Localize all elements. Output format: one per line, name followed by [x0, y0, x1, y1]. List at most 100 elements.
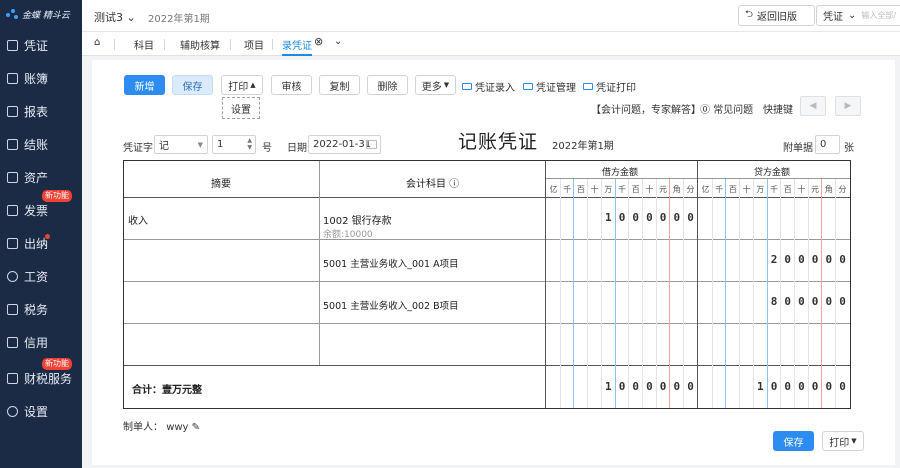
nav-ledger[interactable]: 账簿 — [0, 63, 82, 93]
total-divider — [124, 365, 850, 366]
row-divider — [124, 239, 850, 240]
tabs-more-icon[interactable]: ⌄ — [334, 36, 342, 47]
print-label: 打印 — [829, 437, 850, 449]
nav-invoice[interactable]: 发票 新功能 — [0, 190, 82, 225]
notification-dot — [45, 234, 50, 239]
camera-icon — [583, 83, 593, 90]
gear-icon — [7, 405, 18, 417]
faq-label: 常见问题 — [713, 105, 754, 116]
voucher-word-select[interactable]: 记 ▼ — [154, 135, 208, 154]
old-version-label: 返回旧版 — [757, 12, 798, 23]
col-divider — [319, 161, 320, 365]
amount-digit: 0 — [825, 253, 833, 266]
amount-digit: 1 — [604, 380, 612, 393]
prev-icon: ◀ — [809, 101, 817, 111]
print-dropdown[interactable]: 打印 ▲ — [221, 75, 263, 95]
header-summary: 摘要 — [211, 179, 231, 190]
amount-digit: 0 — [811, 295, 819, 308]
tab-aux-accounting[interactable]: 辅助核算 — [180, 37, 220, 52]
nav-credit[interactable]: 信用 — [0, 327, 82, 357]
voucher-period: 2022年第1期 — [552, 141, 614, 152]
prev-voucher-button[interactable]: ◀ — [800, 96, 826, 116]
link-label: 凭证录入 — [475, 83, 515, 94]
copy-button[interactable]: 复制 — [319, 75, 360, 95]
shortcut-link[interactable]: 快捷键 — [763, 101, 793, 116]
account-selector[interactable]: 测试3 ⌄ — [94, 9, 136, 25]
unit-label: 万 — [756, 185, 765, 194]
footer-save-button[interactable]: 保存 — [773, 431, 814, 451]
cashier-icon — [7, 237, 18, 249]
total-label: 合计：壹万元整 — [132, 385, 202, 396]
nav-voucher[interactable]: 凭证 — [0, 30, 82, 60]
voucher-print-link[interactable]: 凭证打印 — [583, 79, 636, 94]
digit-col-line — [559, 179, 561, 408]
amount-digit: 0 — [839, 295, 846, 308]
digit-col-line — [793, 179, 795, 408]
next-voucher-button[interactable]: ▶ — [835, 96, 861, 116]
expert-answer-link[interactable]: 【会计问题，专家解答】 — [591, 101, 701, 116]
amount-digit: 0 — [646, 380, 653, 393]
digit-col-line — [766, 179, 768, 408]
caret-down-icon: ▼ — [443, 81, 450, 89]
unit-label: 角 — [824, 185, 833, 194]
nav-cashier[interactable]: 出纳 — [0, 228, 82, 258]
stepper-arrows-icon[interactable]: ▲ ▼ — [247, 137, 252, 151]
nav-close[interactable]: 结账 — [0, 129, 82, 159]
voucher-word-value: 记 — [159, 141, 169, 152]
date-label: 日期 — [287, 143, 307, 154]
nav-label: 账簿 — [24, 71, 49, 86]
footer-print-dropdown[interactable]: 打印 ▼ — [822, 431, 864, 451]
audit-button[interactable]: 审核 — [271, 75, 312, 95]
account-name: 测试3 — [94, 11, 123, 24]
unit-label: 元 — [659, 185, 668, 194]
nav-report[interactable]: 报表 — [0, 96, 82, 126]
row-account[interactable]: 1002 银行存款 — [323, 212, 392, 227]
amount-digit: 0 — [839, 253, 846, 266]
attachment-count-input[interactable]: 0 — [815, 135, 840, 154]
tab-accounts[interactable]: 科目 — [134, 37, 154, 52]
voucher-entry-link[interactable]: 凭证录入 — [462, 79, 515, 94]
search-type[interactable]: 凭证 — [823, 8, 843, 23]
nav-tax[interactable]: 税务 — [0, 294, 82, 324]
nav-salary[interactable]: 工资 — [0, 261, 82, 291]
nav-asset[interactable]: 资产 — [0, 162, 82, 192]
amount-digit: 0 — [811, 380, 819, 393]
row-summary[interactable]: 收入 — [128, 212, 148, 227]
row-account[interactable]: 5001 主营业务收入_001 A项目 — [323, 256, 459, 270]
row-divider — [124, 323, 850, 324]
brand-text: 金蝶 精斗云 — [22, 11, 70, 21]
tab-close-icon[interactable]: ⊗ — [314, 35, 323, 48]
amount-digit: 0 — [659, 380, 667, 393]
edit-icon[interactable]: ✎ — [192, 422, 200, 433]
caret-down-icon: ▼ — [851, 437, 857, 445]
digit-col-line — [655, 179, 657, 408]
calendar-icon[interactable] — [366, 140, 377, 149]
more-label: 更多 — [421, 81, 442, 93]
save-button[interactable]: 保存 — [172, 75, 213, 95]
more-dropdown[interactable]: 更多 ▼ — [415, 75, 456, 95]
search-box[interactable]: 凭证 ⌄ 输入全部/ — [816, 5, 900, 26]
date-field[interactable]: 2022-01-31 — [308, 135, 381, 154]
nav-settings[interactable]: 设置 — [0, 396, 82, 426]
new-feature-badge: 新功能 — [42, 190, 72, 202]
tab-voucher-entry[interactable]: 录凭证 — [282, 37, 312, 56]
nav-finance-service[interactable]: 财税服务 新功能 — [0, 358, 82, 393]
digit-col-line — [587, 179, 589, 408]
chevron-down-icon: ⌄ — [848, 10, 857, 21]
tab-bar: ⌂ 科目 辅助核算 项目 录凭证 ⊗ ⌄ — [82, 32, 900, 56]
voucher-manage-link[interactable]: 凭证管理 — [523, 79, 576, 94]
unit-label: 分 — [838, 185, 847, 194]
new-button[interactable]: 新增 — [124, 75, 165, 95]
return-old-version-button[interactable]: ⮌ 返回旧版 — [738, 5, 815, 26]
voucher-number-value: 1 — [217, 139, 224, 150]
faq-link[interactable]: ⓪ 常见问题 — [700, 101, 753, 116]
amount-digit: 0 — [632, 380, 639, 393]
home-icon[interactable]: ⌂ — [94, 37, 100, 48]
digit-col-line — [725, 179, 727, 408]
print-setting-item[interactable]: 设置 — [231, 101, 251, 116]
tab-projects[interactable]: 项目 — [244, 37, 264, 52]
sidebar: 金蝶 精斗云 凭证 账簿 报表 结账 资产 发票 新功能 出纳 工资 税务 信用 … — [0, 0, 82, 468]
delete-button[interactable]: 删除 — [367, 75, 408, 95]
voucher-number-stepper[interactable]: 1 ▲ ▼ — [212, 135, 256, 154]
row-account[interactable]: 5001 主营业务收入_002 B项目 — [323, 298, 459, 312]
